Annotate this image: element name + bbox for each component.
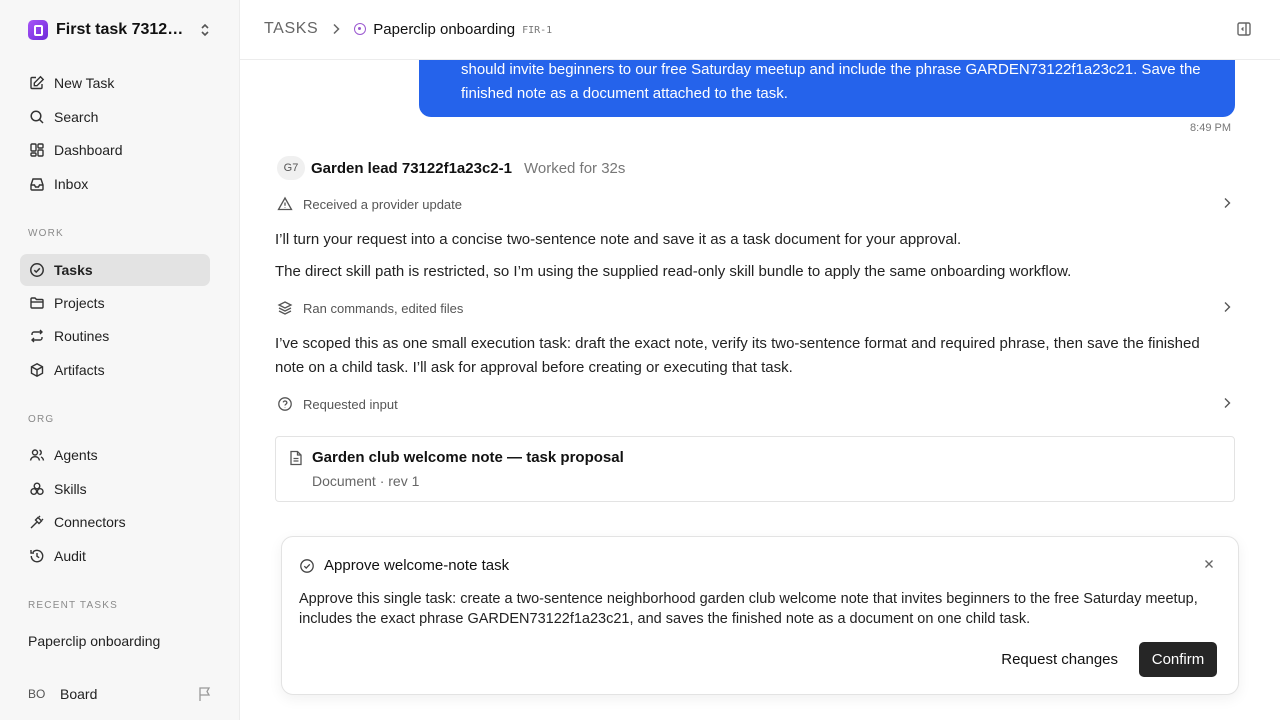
- chevron-right-icon: [1224, 302, 1231, 312]
- breadcrumb: TASKS Paperclip onboarding FIR-1: [264, 19, 552, 39]
- document-title: Garden club welcome note — task proposal: [312, 449, 624, 466]
- task-id: FIR-1: [522, 25, 553, 36]
- check-circle-icon: [300, 558, 314, 573]
- chevron-right-icon: [1224, 198, 1231, 208]
- nav-routines-label: Routines: [54, 328, 110, 344]
- activity-label: Requested input: [303, 396, 398, 412]
- flag-icon[interactable]: [198, 686, 212, 702]
- check-circle-icon: [28, 261, 46, 279]
- confirm-button[interactable]: Confirm: [1139, 642, 1217, 677]
- inbox-icon: [28, 175, 46, 193]
- nav-connectors-label: Connectors: [54, 514, 126, 530]
- sidebar: First task 73122f1a23c2 New Task Search …: [0, 0, 240, 720]
- document-meta: Document · rev 1: [312, 473, 420, 489]
- page-title: Paperclip onboarding: [373, 20, 516, 38]
- workspace-logo-icon: [28, 20, 48, 40]
- activity-provider-update[interactable]: Received a provider update: [277, 192, 1235, 216]
- nav-agents-label: Agents: [54, 447, 98, 463]
- agent-header: G7 Garden lead 73122f1a23c2-1 Worked for…: [277, 156, 625, 180]
- search-icon: [28, 108, 46, 126]
- approval-title: Approve welcome-note task: [324, 557, 510, 574]
- cube-icon: [28, 361, 46, 379]
- nav-tasks-label: Tasks: [54, 262, 93, 278]
- nav-audit[interactable]: Audit: [20, 540, 210, 572]
- users-icon: [28, 446, 46, 464]
- recent-task-item[interactable]: Paperclip onboarding: [28, 633, 160, 649]
- agent-message: I’ll turn your request into a concise tw…: [275, 231, 962, 248]
- nav-projects[interactable]: Projects: [20, 287, 210, 319]
- activity-requested-input[interactable]: Requested input: [277, 392, 1235, 416]
- board-name: Board: [60, 686, 98, 702]
- document-card[interactable]: Garden club welcome note — task proposal…: [275, 436, 1235, 502]
- nav-routines[interactable]: Routines: [20, 320, 210, 352]
- nav-projects-label: Projects: [54, 295, 105, 311]
- agent-message: I’ve scoped this as one small execution …: [275, 335, 1200, 376]
- topbar: TASKS Paperclip onboarding FIR-1: [240, 0, 1280, 60]
- chevron-right-icon: [333, 23, 340, 35]
- activity-label: Ran commands, edited files: [303, 300, 464, 316]
- repeat-icon: [28, 327, 46, 345]
- nav-dashboard-label: Dashboard: [54, 142, 123, 158]
- nav-dashboard[interactable]: Dashboard: [20, 134, 210, 166]
- nav-search-label: Search: [54, 109, 99, 125]
- nav-new-task-label: New Task: [54, 75, 115, 91]
- nav-connectors[interactable]: Connectors: [20, 506, 210, 538]
- workspace-name: First task 73122f1a23c2: [56, 21, 192, 38]
- message-timestamp: 8:49 PM: [1190, 122, 1231, 134]
- board-user[interactable]: BO Board: [28, 683, 212, 705]
- document-icon: [290, 450, 302, 466]
- agent-message: The direct skill path is restricted, so …: [275, 263, 1072, 280]
- nav-inbox-label: Inbox: [54, 176, 89, 192]
- help-circle-icon: [278, 397, 292, 411]
- nav-skills-label: Skills: [54, 481, 87, 497]
- avatar: BO: [28, 687, 46, 701]
- approval-panel: Approve welcome-note task Approve this s…: [281, 536, 1239, 695]
- history-icon: [28, 547, 46, 565]
- nav-audit-label: Audit: [54, 548, 86, 564]
- nav-skills[interactable]: Skills: [20, 473, 210, 505]
- nav-artifacts[interactable]: Artifacts: [20, 354, 210, 386]
- agent-name: Garden lead 73122f1a23c2-1: [311, 159, 512, 177]
- agent-avatar: G7: [277, 156, 305, 180]
- request-changes-button[interactable]: Request changes: [999, 642, 1120, 677]
- nav-inbox[interactable]: Inbox: [20, 168, 210, 200]
- close-icon[interactable]: [1204, 559, 1214, 569]
- nav-new-task[interactable]: New Task: [20, 67, 210, 99]
- edit-icon: [28, 74, 46, 92]
- nav-agents[interactable]: Agents: [20, 439, 210, 471]
- chevron-right-icon: [1224, 398, 1231, 408]
- section-label-work: WORK: [28, 228, 64, 239]
- dashboard-icon: [28, 141, 46, 159]
- task-status-icon: [354, 23, 367, 35]
- skills-icon: [28, 480, 46, 498]
- plug-icon: [28, 513, 46, 531]
- workspace-switcher[interactable]: First task 73122f1a23c2: [28, 19, 212, 41]
- activity-label: Received a provider update: [303, 196, 462, 212]
- section-label-org: ORG: [28, 414, 55, 425]
- activity-commands[interactable]: Ran commands, edited files: [277, 296, 1235, 320]
- toggle-panel-icon[interactable]: [1236, 21, 1252, 37]
- warning-icon: [277, 196, 293, 211]
- approval-header: Approve welcome-note task: [299, 557, 509, 574]
- chevron-updown-icon: [201, 23, 209, 37]
- section-label-recent: RECENT TASKS: [28, 600, 118, 611]
- nav-tasks[interactable]: Tasks: [20, 254, 210, 286]
- approval-body: Approve this single task: create a two-s…: [299, 591, 1198, 627]
- agent-worked-duration: Worked for 32s: [523, 159, 626, 177]
- nav-artifacts-label: Artifacts: [54, 362, 105, 378]
- layers-icon: [277, 301, 293, 315]
- nav-search[interactable]: Search: [20, 101, 210, 133]
- breadcrumb-tasks[interactable]: TASKS: [264, 20, 318, 38]
- folder-icon: [28, 294, 46, 312]
